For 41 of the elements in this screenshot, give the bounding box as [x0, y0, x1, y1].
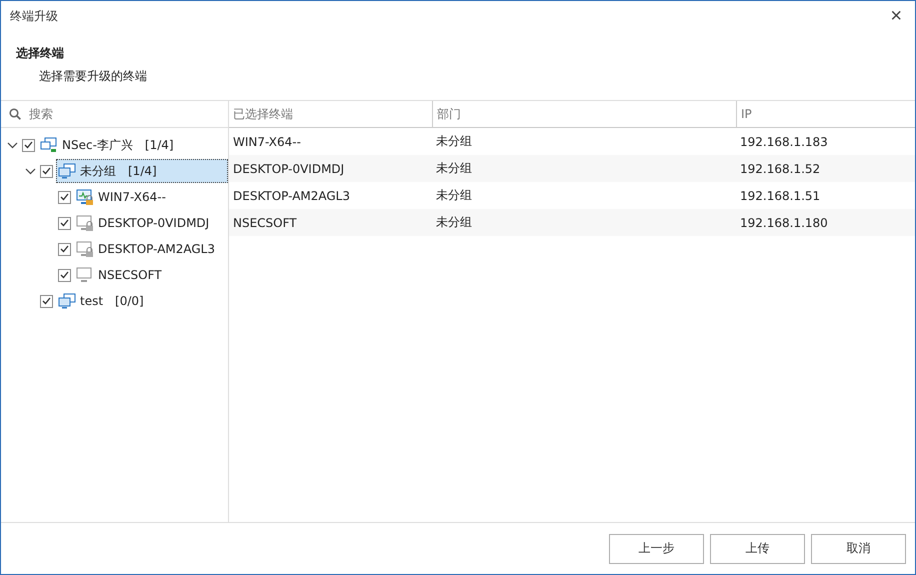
dialog-button[interactable]: 取消: [811, 534, 906, 564]
tree-item[interactable]: 未分组 [1/4]: [56, 159, 228, 183]
step-title: 选择终端: [16, 45, 65, 62]
tree-item[interactable]: test [0/0]: [56, 289, 228, 313]
tree-item-label: WIN7-X64--: [98, 190, 166, 204]
search-icon: [9, 108, 21, 120]
tree-item[interactable]: WIN7-X64--: [74, 185, 228, 209]
checkbox[interactable]: [58, 190, 71, 204]
checkbox[interactable]: [40, 294, 53, 308]
tree-item-label: DESKTOP-0VIDMDJ: [98, 216, 210, 230]
table-cell: DESKTOP-0VIDMDJ: [229, 155, 432, 182]
checkbox[interactable]: [58, 242, 71, 256]
close-button[interactable]: ×: [886, 6, 906, 26]
dialog-button[interactable]: 上一步: [609, 534, 704, 564]
tree-item-label: test: [80, 294, 104, 308]
tree-item-count: [1/4]: [128, 164, 157, 178]
tree-item-count: [1/4]: [144, 138, 174, 152]
computers-icon: [58, 163, 76, 179]
tree-item-label: 未分组: [80, 162, 116, 180]
tree-item-count: [0/0]: [115, 294, 144, 308]
checkbox[interactable]: [40, 164, 53, 178]
table-cell: NSECSOFT: [229, 209, 432, 236]
window-title: 终端升级: [10, 8, 58, 24]
table-cell: 未分组: [432, 209, 736, 236]
table-cell: 192.168.1.52: [736, 155, 915, 182]
checkbox[interactable]: [58, 268, 71, 282]
tree-item-label: NSECSOFT: [98, 268, 162, 282]
checkbox[interactable]: [58, 216, 71, 230]
dialog-button[interactable]: 上传: [710, 534, 805, 564]
checkbox[interactable]: [22, 138, 35, 152]
tree-item[interactable]: NSECSOFT: [74, 263, 228, 287]
computers-icon: [58, 293, 76, 309]
tree-item-label: NSec-李广兴: [62, 136, 133, 154]
tree-item[interactable]: DESKTOP-0VIDMDJ: [74, 211, 228, 235]
step-subtitle: 选择需要升级的终端: [38, 68, 148, 85]
table-cell: 未分组: [432, 155, 736, 182]
tree-item[interactable]: DESKTOP-AM2AGL3: [74, 237, 228, 261]
tree-item[interactable]: NSec-李广兴 [1/4]: [38, 133, 228, 157]
network-icon: [40, 137, 58, 153]
tree-item-label: DESKTOP-AM2AGL3: [98, 242, 216, 256]
table-cell: 192.168.1.180: [736, 209, 915, 236]
